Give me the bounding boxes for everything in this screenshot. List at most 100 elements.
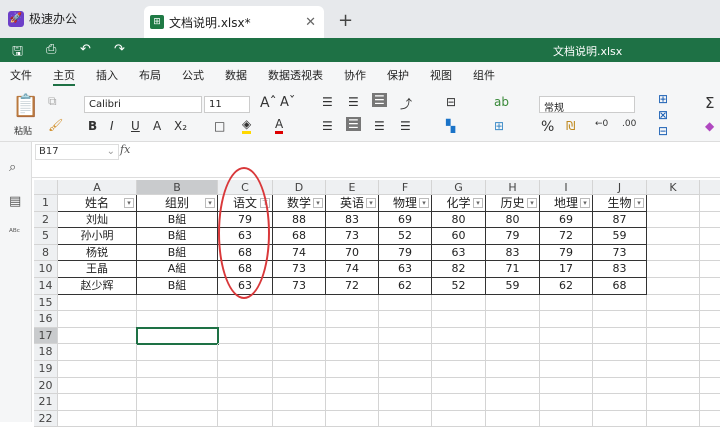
menu-7[interactable]: 协作 (344, 62, 366, 86)
cell-J10[interactable]: 83 (593, 261, 647, 278)
cell-extra1[interactable] (700, 195, 720, 212)
cell-F16[interactable] (379, 311, 432, 328)
menu-5[interactable]: 数据 (225, 62, 247, 86)
cell-J8[interactable]: 73 (593, 244, 647, 262)
cell-G16[interactable] (432, 311, 486, 328)
format-painter-icon[interactable]: 🖌 (48, 118, 63, 132)
new-tab-button[interactable]: + (338, 10, 353, 31)
wrap-icon[interactable]: ⊟ (446, 95, 456, 109)
menu-8[interactable]: 保护 (387, 62, 409, 86)
cell-K17[interactable] (647, 327, 700, 345)
cell-E18[interactable] (326, 344, 379, 361)
cell-D19[interactable] (273, 361, 326, 378)
header-cell[interactable]: 数学 ▾ (273, 195, 326, 212)
copy-icon[interactable]: ⧉ (48, 94, 57, 109)
filter-dropdown-icon[interactable]: ▾ (473, 198, 483, 208)
number-format-select[interactable]: 常规 (539, 96, 635, 114)
cell-I22[interactable] (540, 410, 593, 427)
cell-A10[interactable]: 王晶 (58, 261, 137, 278)
cell-C18[interactable] (218, 344, 273, 361)
cell-extra16[interactable] (700, 311, 720, 328)
cell-F14[interactable]: 62 (379, 278, 432, 295)
cell-G19[interactable] (432, 361, 486, 378)
cell-J14[interactable]: 68 (593, 278, 647, 295)
cell-extra21[interactable] (700, 394, 720, 411)
cell-F8[interactable]: 79 (379, 244, 432, 262)
cell-H21[interactable] (486, 394, 540, 411)
cell-H19[interactable] (486, 361, 540, 378)
header-cell[interactable]: 物理 ▾ (379, 195, 432, 212)
cell-D22[interactable] (273, 410, 326, 427)
cell-B5[interactable]: B組 (137, 228, 218, 245)
cell-I19[interactable] (540, 361, 593, 378)
cell-F20[interactable] (379, 377, 432, 395)
comment-icon[interactable]: ▤ (9, 194, 21, 209)
cell-K18[interactable] (647, 344, 700, 361)
fx-button[interactable]: fx (120, 143, 130, 156)
cell-F17[interactable] (379, 327, 432, 345)
table-icon[interactable]: ⊞ (494, 119, 504, 133)
column-header-I[interactable]: I (540, 180, 593, 195)
cell-A2[interactable]: 刘灿 (58, 211, 137, 229)
header-cell[interactable]: 历史 ▾ (486, 195, 540, 212)
cell-F2[interactable]: 69 (379, 211, 432, 229)
cell-K1[interactable] (647, 195, 700, 212)
menu-4[interactable]: 公式 (182, 62, 204, 86)
cell-B8[interactable]: B組 (137, 244, 218, 262)
align-top-icon[interactable]: ☰ (322, 95, 333, 109)
cell-G17[interactable] (432, 327, 486, 345)
paste-button[interactable]: 粘贴 (14, 124, 32, 137)
cell-B15[interactable] (137, 294, 218, 312)
column-header-K[interactable]: K (647, 180, 700, 195)
cell-extra22[interactable] (700, 411, 720, 427)
column-header-A[interactable]: A (58, 180, 137, 195)
cell-J18[interactable] (593, 344, 647, 361)
cell-A8[interactable]: 杨锐 (58, 244, 137, 262)
tab-document[interactable]: ⊞ 文档说明.xlsx* ✕ (144, 6, 324, 38)
cell-E14[interactable]: 72 (326, 278, 379, 295)
cell-D18[interactable] (273, 344, 326, 361)
cell-B17[interactable] (136, 326, 219, 346)
row-header-15[interactable]: 15 (34, 294, 58, 312)
cell-H14[interactable]: 59 (486, 278, 540, 295)
cell-E17[interactable] (326, 327, 379, 345)
cell-B19[interactable] (137, 361, 218, 378)
cell-E22[interactable] (326, 410, 379, 427)
cell-K2[interactable] (647, 211, 700, 229)
cell-D2[interactable]: 88 (273, 211, 326, 229)
percent-icon[interactable]: % (541, 119, 554, 135)
cell-K16[interactable] (647, 311, 700, 328)
cell-E2[interactable]: 83 (326, 211, 379, 229)
orientation-icon[interactable]: ⤴ (400, 95, 412, 112)
row-header-20[interactable]: 20 (34, 377, 58, 395)
cell-F18[interactable] (379, 344, 432, 361)
cell-G21[interactable] (432, 394, 486, 411)
insert-cells-icon[interactable]: ⊞ (658, 92, 668, 106)
row-header-18[interactable]: 18 (34, 344, 58, 361)
cell-G5[interactable]: 60 (432, 228, 486, 245)
cell-I16[interactable] (540, 311, 593, 328)
cell-F5[interactable]: 52 (379, 228, 432, 245)
cell-C16[interactable] (218, 311, 273, 328)
format-cells-icon[interactable]: ⊟ (658, 124, 668, 138)
align-right-icon[interactable]: ☰ (374, 119, 385, 133)
fill-color-icon[interactable]: ◈ (242, 117, 252, 134)
cell-D16[interactable] (273, 311, 326, 328)
header-cell[interactable]: 姓名 ▾ (58, 195, 137, 212)
search-icon[interactable]: ⌕ (9, 160, 16, 175)
text-icon[interactable]: ab (494, 95, 509, 109)
underline-icon[interactable]: U (131, 119, 140, 133)
cell-F10[interactable]: 63 (379, 261, 432, 278)
column-header-D[interactable]: D (273, 180, 326, 195)
bold-icon[interactable]: B (88, 119, 97, 133)
header-cell[interactable]: 英语 ▾ (326, 195, 379, 212)
row-header-10[interactable]: 10 (34, 261, 58, 278)
cell-extra15[interactable] (700, 295, 720, 312)
cell-H5[interactable]: 79 (486, 228, 540, 245)
sum-icon[interactable]: Σ (705, 94, 714, 112)
cell-F15[interactable] (379, 294, 432, 312)
cell-extra17[interactable] (700, 328, 720, 345)
menu-1[interactable]: 主页 (53, 62, 75, 86)
align-middle-icon[interactable]: ☰ (348, 95, 359, 109)
cell-extra20[interactable] (700, 378, 720, 395)
